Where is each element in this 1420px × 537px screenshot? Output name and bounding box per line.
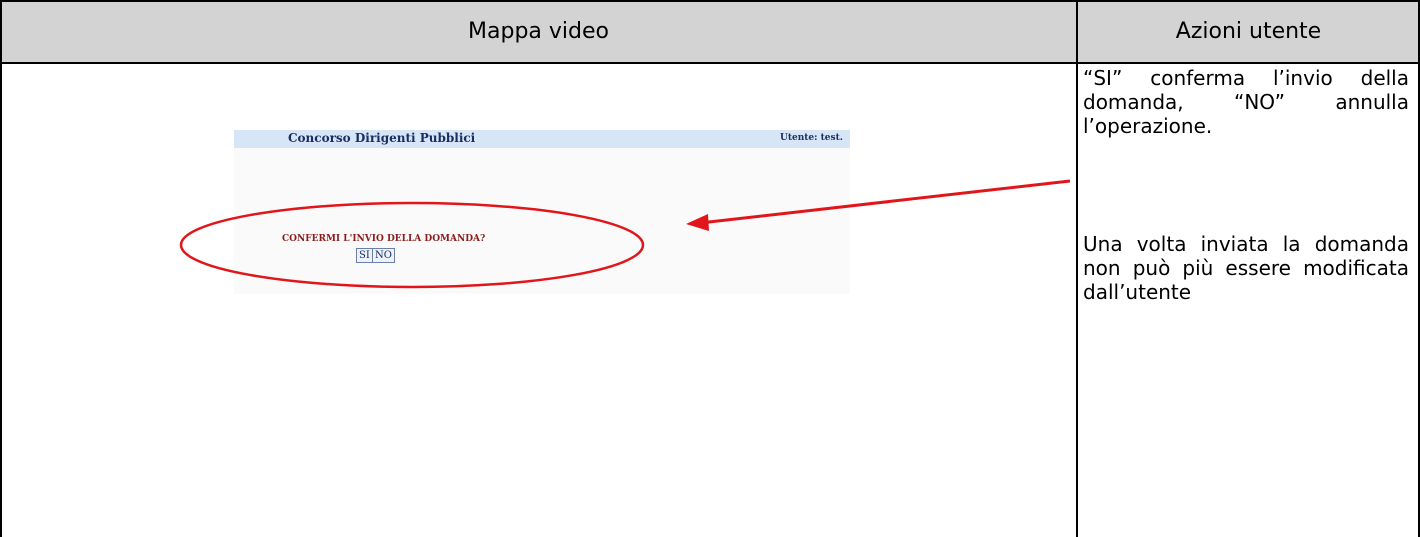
header-right-label: Azioni utente	[1175, 18, 1322, 44]
column-divider	[1076, 0, 1078, 537]
document-table: Mappa video Azioni utente Concorso Dirig…	[0, 0, 1420, 537]
no-button[interactable]: NO	[372, 248, 395, 263]
note-warning: Una volta inviata la domanda non può più…	[1083, 232, 1409, 304]
embedded-app-screenshot: Concorso Dirigenti Pubblici Utente: test…	[234, 130, 850, 294]
app-title: Concorso Dirigenti Pubblici	[288, 131, 476, 145]
table-left-border	[0, 0, 2, 537]
header-mappa-video: Mappa video	[0, 0, 1077, 62]
header-bottom-border	[0, 62, 1420, 64]
note-warning-text: Una volta inviata la domanda non può più…	[1083, 232, 1409, 304]
note-confirm-text: “SI” conferma l’invio della domanda, “NO…	[1083, 66, 1409, 138]
confirm-question: CONFERMI L'INVIO DELLA DOMANDA?	[282, 234, 486, 244]
user-label: Utente: test.	[780, 133, 843, 143]
table-top-border	[0, 0, 1420, 2]
yes-button[interactable]: SI	[356, 248, 373, 263]
header-azioni-utente: Azioni utente	[1077, 0, 1420, 62]
header-left-label: Mappa video	[468, 18, 609, 44]
note-confirm: “SI” conferma l’invio della domanda, “NO…	[1083, 66, 1409, 138]
